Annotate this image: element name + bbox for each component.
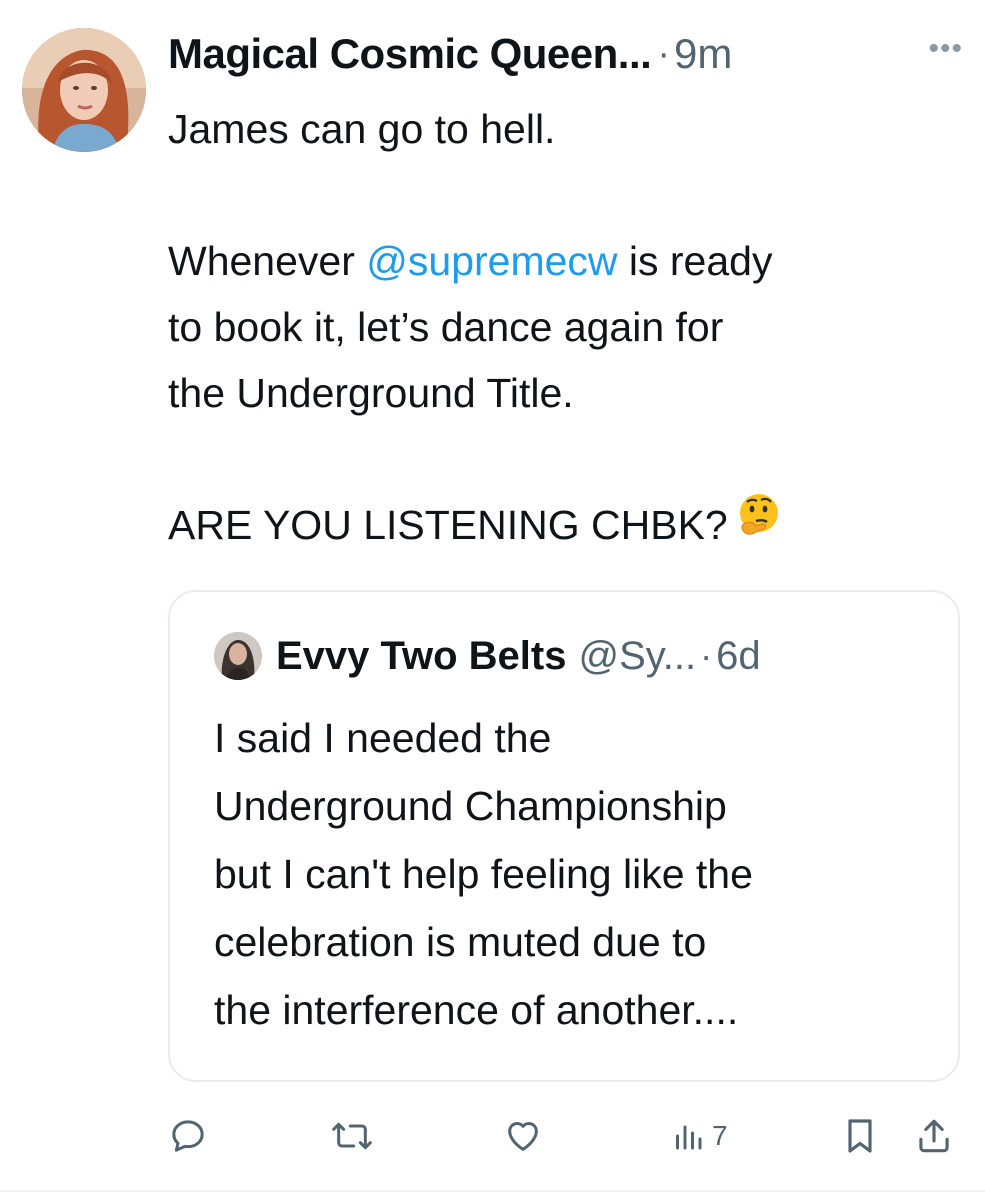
tweet-action-bar: 7 — [168, 1108, 958, 1164]
reply-button[interactable] — [168, 1108, 208, 1164]
separator-dot: · — [657, 32, 670, 75]
tweet-line: the Underground Title. — [168, 370, 574, 416]
bookmark-button[interactable] — [842, 1108, 878, 1164]
tweet-text-fragment: ARE YOU LISTENING CHBK? — [168, 502, 728, 548]
quoted-tweet-header: Evvy Two Belts @Sy... · 6d — [214, 632, 761, 680]
author-avatar[interactable] — [22, 28, 146, 152]
quoted-line: celebration is muted due to — [214, 919, 707, 965]
tweet-line: to book it, let’s dance again for — [168, 304, 724, 350]
tweet-text-fragment: is ready — [617, 238, 773, 284]
quoted-line: the interference of another.... — [214, 987, 739, 1033]
quoted-author-handle: @Sy... — [578, 633, 697, 678]
quoted-line: but I can't help feeling like the — [214, 851, 753, 897]
quoted-line: I said I needed the — [214, 715, 552, 761]
bookmark-icon — [842, 1116, 878, 1156]
thinking-face-emoji-icon — [736, 491, 782, 557]
views-icon — [672, 1118, 704, 1154]
tweet-timestamp[interactable]: 9m — [674, 30, 732, 78]
quoted-tweet-text: I said I needed the Underground Champion… — [214, 704, 934, 1044]
heart-icon — [502, 1116, 544, 1156]
views-button[interactable]: 7 — [672, 1108, 728, 1164]
separator-dot: · — [700, 635, 713, 676]
reply-icon — [168, 1116, 208, 1156]
quoted-author-avatar — [214, 632, 262, 680]
tweet-line: Whenever @supremecw is ready — [168, 228, 958, 294]
tweet-line: James can go to hell. — [168, 106, 556, 152]
share-icon — [916, 1116, 952, 1156]
author-name[interactable]: Magical Cosmic Queen... — [168, 30, 652, 78]
divider — [0, 1190, 985, 1192]
tweet-text-fragment: Whenever — [168, 238, 367, 284]
quoted-line: Underground Championship — [214, 783, 727, 829]
share-button[interactable] — [916, 1108, 952, 1164]
more-options-icon[interactable]: ••• — [928, 32, 963, 66]
views-count: 7 — [712, 1120, 728, 1151]
tweet-line: ARE YOU LISTENING CHBK? — [168, 492, 958, 561]
like-button[interactable] — [502, 1108, 544, 1164]
quoted-author-name: Evvy Two Belts — [276, 633, 567, 678]
retweet-button[interactable] — [330, 1108, 374, 1164]
retweet-icon — [330, 1116, 374, 1156]
quoted-tweet-card[interactable]: Evvy Two Belts @Sy... · 6d I said I need… — [168, 590, 960, 1082]
tweet-header: Magical Cosmic Queen... · 9m ••• — [168, 24, 963, 84]
mention-link[interactable]: @supremecw — [366, 238, 617, 284]
tweet-text: James can go to hell. Whenever @supremec… — [168, 96, 958, 561]
quoted-tweet-timestamp: 6d — [716, 633, 761, 678]
